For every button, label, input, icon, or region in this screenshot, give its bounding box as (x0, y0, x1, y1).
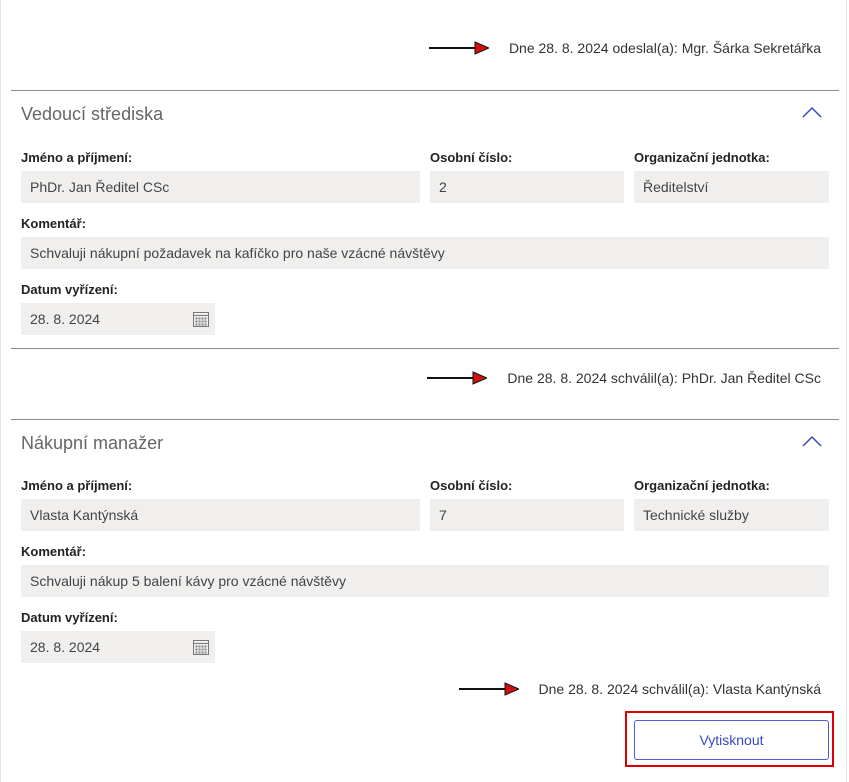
name-label: Jméno a příjmení: (21, 150, 133, 165)
sent-status: Dne 28. 8. 2024 odeslal(a): Mgr. Šárka S… (428, 40, 821, 56)
unit-field[interactable]: Ředitelství (634, 171, 829, 203)
approval-status-1: Dne 28. 8. 2024 schválil(a): PhDr. Jan Ř… (427, 370, 821, 386)
unit-label: Organizační jednotka: (634, 150, 770, 165)
name-field[interactable]: Vlasta Kantýnská (21, 499, 420, 531)
arrow-right-icon (427, 371, 488, 385)
date-label: Datum vyřízení: (21, 282, 118, 297)
arrow-right-icon (428, 41, 489, 55)
approval-status-2: Dne 28. 8. 2024 schválil(a): Vlasta Kant… (458, 681, 822, 697)
section-divider-top (11, 90, 839, 91)
comment-label: Komentář: (21, 216, 87, 231)
date-value: 28. 8. 2024 (30, 639, 101, 655)
section-divider (11, 348, 839, 349)
number-label: Osobní číslo: (430, 150, 513, 165)
number-label: Osobní číslo: (430, 478, 513, 493)
name-label: Jméno a příjmení: (21, 478, 133, 493)
approval-status-text: Dne 28. 8. 2024 schválil(a): PhDr. Jan Ř… (507, 370, 821, 386)
unit-label: Organizační jednotka: (634, 478, 770, 493)
chevron-up-icon[interactable] (802, 106, 822, 118)
unit-field[interactable]: Technické služby (634, 499, 829, 531)
section-title-vedouci: Vedoucí střediska (21, 104, 164, 124)
date-field[interactable]: 28. 8. 2024 (21, 631, 215, 663)
number-field[interactable]: 2 (430, 171, 624, 203)
date-field[interactable]: 28. 8. 2024 (21, 303, 215, 335)
print-button[interactable]: Vytisknout (634, 720, 829, 760)
approval-status-text: Dne 28. 8. 2024 schválil(a): Vlasta Kant… (538, 681, 822, 697)
name-field[interactable]: PhDr. Jan Ředitel CSc (21, 171, 420, 203)
section-divider-top (11, 419, 839, 420)
comment-field[interactable]: Schvaluji nákupní požadavek na kafíčko p… (21, 237, 829, 269)
date-label: Datum vyřízení: (21, 610, 118, 625)
section-title-nakupni: Nákupní manažer (21, 433, 164, 453)
page-frame-right (846, 0, 847, 782)
number-field[interactable]: 7 (430, 499, 624, 531)
calendar-icon[interactable] (193, 639, 209, 655)
date-value: 28. 8. 2024 (30, 311, 101, 327)
arrow-right-icon (458, 682, 519, 696)
page-frame-left (0, 0, 1, 782)
comment-label: Komentář: (21, 544, 87, 559)
sent-status-text: Dne 28. 8. 2024 odeslal(a): Mgr. Šárka S… (508, 40, 821, 56)
calendar-icon[interactable] (193, 311, 209, 327)
comment-field[interactable]: Schvaluji nákup 5 balení kávy pro vzácné… (21, 565, 829, 597)
chevron-up-icon[interactable] (802, 435, 822, 447)
